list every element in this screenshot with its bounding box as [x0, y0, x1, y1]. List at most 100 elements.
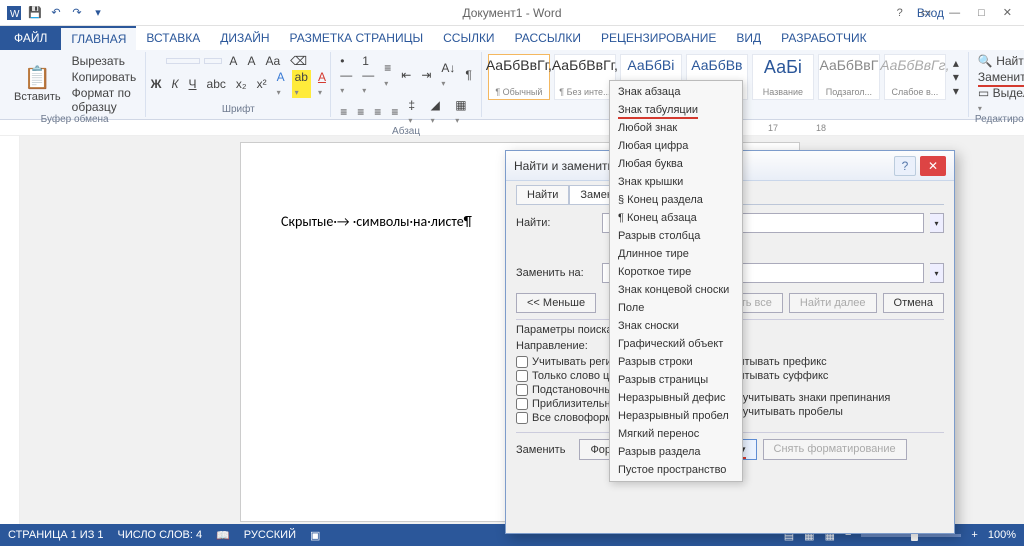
- strike-button[interactable]: abc: [204, 77, 229, 91]
- menu-item-caret[interactable]: Знак крышки: [610, 173, 742, 191]
- menu-item-section-end[interactable]: § Конец раздела: [610, 191, 742, 209]
- style-no-spacing[interactable]: АаБбВвГг,¶ Без инте...: [554, 54, 616, 100]
- menu-item-en-dash[interactable]: Короткое тире: [610, 263, 742, 281]
- menu-item-field[interactable]: Поле: [610, 299, 742, 317]
- menu-item-any-digit[interactable]: Любая цифра: [610, 137, 742, 155]
- help-icon[interactable]: ?: [891, 5, 909, 21]
- borders-icon[interactable]: ▦: [452, 98, 475, 126]
- menu-item-any-letter[interactable]: Любая буква: [610, 155, 742, 173]
- underline-button[interactable]: Ч: [186, 77, 200, 91]
- bold-button[interactable]: Ж: [148, 77, 165, 91]
- align-left-icon[interactable]: ≡: [337, 105, 350, 119]
- menu-item-any-char[interactable]: Любой знак: [610, 119, 742, 137]
- text-effects-icon[interactable]: A: [274, 70, 288, 98]
- tab-references[interactable]: ССЫЛКИ: [433, 26, 504, 50]
- menu-item-graphic[interactable]: Графический объект: [610, 335, 742, 353]
- menu-item-tab[interactable]: Знак табуляции: [610, 101, 742, 119]
- align-center-icon[interactable]: ≡: [354, 105, 367, 119]
- qat-more-icon[interactable]: ▾: [90, 5, 106, 21]
- menu-item-endnote[interactable]: Знак концевой сноски: [610, 281, 742, 299]
- cancel-button[interactable]: Отмена: [883, 293, 944, 313]
- select-button[interactable]: ▭ Выделить: [975, 86, 1024, 114]
- font-size[interactable]: [204, 58, 222, 64]
- status-proofing-icon[interactable]: 📖: [216, 529, 230, 542]
- menu-item-footnote[interactable]: Знак сноски: [610, 317, 742, 335]
- align-right-icon[interactable]: ≡: [371, 105, 384, 119]
- dialog-tab-find[interactable]: Найти: [516, 185, 569, 204]
- style-scroll-up-icon[interactable]: ▴: [950, 56, 962, 70]
- style-more-icon[interactable]: ▾: [950, 84, 962, 98]
- bullets-icon[interactable]: •—: [337, 54, 355, 96]
- indent-left-icon[interactable]: ⇤: [398, 68, 414, 82]
- line-spacing-icon[interactable]: ‡: [405, 98, 423, 126]
- tab-review[interactable]: РЕЦЕНЗИРОВАНИЕ: [591, 26, 726, 50]
- menu-item-whitespace[interactable]: Пустое пространство: [610, 461, 742, 479]
- tab-developer[interactable]: РАЗРАБОТЧИК: [771, 26, 877, 50]
- minimize-icon[interactable]: —: [943, 5, 966, 21]
- shrink-font-icon[interactable]: A: [244, 54, 258, 68]
- paste-button[interactable]: 📋 Вставить: [10, 65, 65, 103]
- style-normal[interactable]: АаБбВвГг,¶ Обычный: [488, 54, 550, 100]
- tab-design[interactable]: ДИЗАЙН: [210, 26, 279, 50]
- dialog-help-icon[interactable]: ?: [894, 156, 916, 176]
- ribbon-display-icon[interactable]: ▭: [915, 4, 937, 21]
- zoom-percent[interactable]: 100%: [988, 529, 1016, 541]
- indent-right-icon[interactable]: ⇥: [418, 68, 434, 82]
- font-name[interactable]: [166, 58, 200, 64]
- highlight-icon[interactable]: ab: [292, 70, 311, 98]
- italic-button[interactable]: К: [168, 77, 181, 91]
- menu-item-paragraph[interactable]: Знак абзаца: [610, 83, 742, 101]
- replace-dropdown-icon[interactable]: ▾: [930, 263, 944, 283]
- show-marks-icon[interactable]: ¶: [462, 68, 474, 82]
- menu-item-line-break[interactable]: Разрыв строки: [610, 353, 742, 371]
- tab-layout[interactable]: РАЗМЕТКА СТРАНИЦЫ: [280, 26, 434, 50]
- style-subtle[interactable]: АаБбВвГг,Слабое в...: [884, 54, 946, 100]
- change-case-icon[interactable]: Aa: [262, 54, 283, 68]
- tab-view[interactable]: ВИД: [726, 26, 771, 50]
- menu-item-em-dash[interactable]: Длинное тире: [610, 245, 742, 263]
- close-icon[interactable]: ✕: [997, 4, 1018, 21]
- style-scroll-down-icon[interactable]: ▾: [950, 70, 962, 84]
- menu-item-soft-hyphen[interactable]: Мягкий перенос: [610, 425, 742, 443]
- status-wordcount[interactable]: ЧИСЛО СЛОВ: 4: [118, 529, 203, 542]
- menu-item-nb-hyphen[interactable]: Неразрывный дефис: [610, 389, 742, 407]
- tab-home[interactable]: ГЛАВНАЯ: [61, 26, 136, 50]
- font-color-icon[interactable]: A: [315, 70, 329, 98]
- tab-file[interactable]: ФАЙЛ: [0, 26, 61, 50]
- format-painter-button[interactable]: Формат по образцу: [69, 86, 140, 114]
- tab-insert[interactable]: ВСТАВКА: [136, 26, 210, 50]
- subscript-button[interactable]: x₂: [233, 77, 250, 91]
- menu-item-section-break[interactable]: Разрыв раздела: [610, 443, 742, 461]
- clear-format-icon[interactable]: ⌫: [287, 54, 310, 68]
- status-macro-icon[interactable]: ▣: [310, 529, 320, 542]
- save-icon[interactable]: 💾: [27, 5, 43, 21]
- numbering-icon[interactable]: 1—: [359, 54, 377, 96]
- find-button[interactable]: 🔍 Найти: [975, 54, 1024, 68]
- copy-button[interactable]: Копировать: [69, 70, 140, 84]
- menu-item-page-break[interactable]: Разрыв страницы: [610, 371, 742, 389]
- style-subtitle[interactable]: АаБбВвГПодзагол...: [818, 54, 880, 100]
- tab-mailings[interactable]: РАССЫЛКИ: [505, 26, 591, 50]
- status-page[interactable]: СТРАНИЦА 1 ИЗ 1: [8, 529, 104, 542]
- multilevel-icon[interactable]: ≡: [381, 61, 394, 89]
- menu-item-para-end[interactable]: ¶ Конец абзаца: [610, 209, 742, 227]
- menu-item-nb-space[interactable]: Неразрывный пробел: [610, 407, 742, 425]
- find-next-button[interactable]: Найти далее: [789, 293, 877, 313]
- justify-icon[interactable]: ≡: [388, 105, 401, 119]
- redo-icon[interactable]: ↷: [69, 5, 85, 21]
- menu-item-column-break[interactable]: Разрыв столбца: [610, 227, 742, 245]
- less-button[interactable]: << Меньше: [516, 293, 596, 313]
- undo-icon[interactable]: ↶: [48, 5, 64, 21]
- cut-button[interactable]: Вырезать: [69, 54, 140, 68]
- superscript-button[interactable]: x²: [254, 77, 270, 91]
- grow-font-icon[interactable]: A: [226, 54, 240, 68]
- maximize-icon[interactable]: □: [972, 5, 991, 21]
- shading-icon[interactable]: ◢: [428, 98, 449, 126]
- find-dropdown-icon[interactable]: ▾: [930, 213, 944, 233]
- replace-button[interactable]: Заменить: [975, 70, 1024, 84]
- dialog-close-icon[interactable]: ✕: [920, 156, 946, 176]
- clear-format-button[interactable]: Снять форматирование: [763, 439, 907, 460]
- status-language[interactable]: РУССКИЙ: [244, 529, 296, 542]
- zoom-in-icon[interactable]: +: [971, 529, 977, 541]
- style-title[interactable]: АаБіНазвание: [752, 54, 814, 100]
